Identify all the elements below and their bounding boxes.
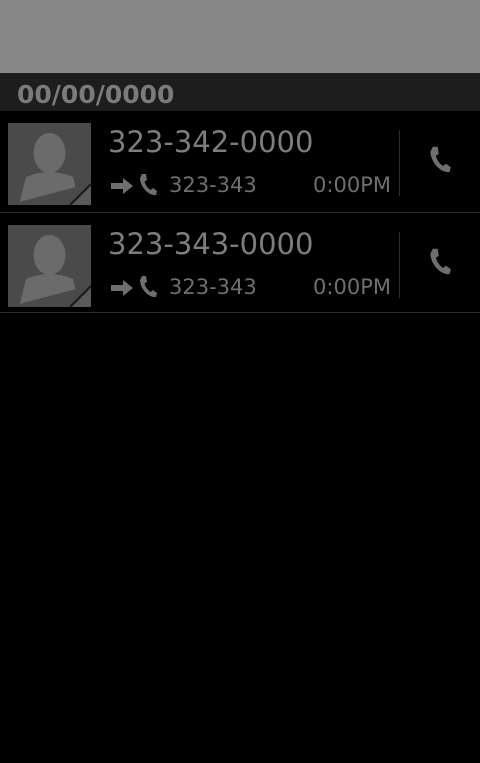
call-back-button[interactable]	[400, 111, 480, 211]
status-bar	[0, 0, 480, 73]
call-log-row[interactable]: 323-343-0000 323-343 0:00PM	[0, 213, 480, 313]
caller-number: 323-342-0000	[108, 125, 314, 159]
call-back-button[interactable]	[400, 213, 480, 313]
outgoing-arrow-icon	[111, 178, 133, 194]
row-divider	[0, 312, 480, 313]
contact-avatar[interactable]	[8, 123, 91, 205]
call-log-list: 323-342-0000 323-343 0:00PM 323-343-0000…	[0, 111, 480, 313]
phone-handset-icon	[140, 276, 157, 298]
person-silhouette-icon	[8, 225, 91, 307]
call-sub-number: 323-343	[169, 173, 257, 197]
phone-handset-icon	[430, 146, 451, 173]
contact-avatar[interactable]	[8, 225, 91, 307]
outgoing-arrow-icon	[111, 280, 133, 296]
call-log-row[interactable]: 323-342-0000 323-343 0:00PM	[0, 111, 480, 213]
date-header: 00/00/0000	[0, 73, 480, 111]
call-details: 323-343 0:00PM	[110, 173, 395, 201]
phone-handset-icon	[140, 174, 157, 196]
call-sub-number: 323-343	[169, 275, 257, 299]
caller-number: 323-343-0000	[108, 227, 314, 261]
call-details: 323-343 0:00PM	[110, 275, 395, 303]
call-time: 0:00PM	[313, 275, 391, 299]
call-time: 0:00PM	[313, 173, 391, 197]
person-silhouette-icon	[8, 123, 91, 205]
phone-handset-icon	[430, 248, 451, 275]
